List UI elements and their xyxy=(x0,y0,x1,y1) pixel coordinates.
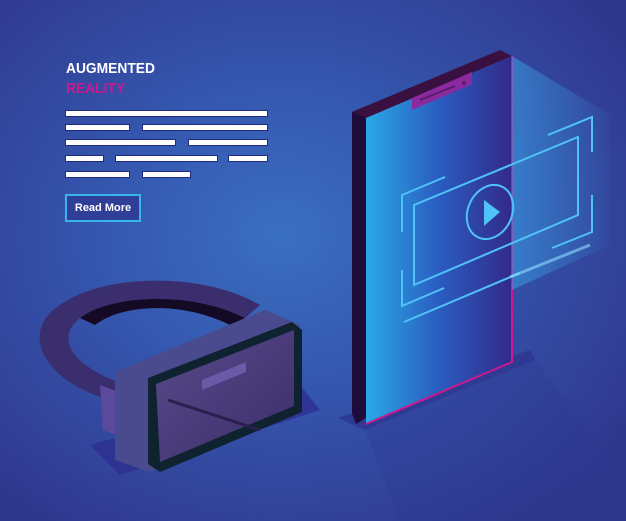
text-line xyxy=(116,156,217,161)
phone-camera xyxy=(462,81,466,85)
illustration xyxy=(39,50,620,521)
text-line xyxy=(66,172,129,177)
hologram-beam xyxy=(512,56,610,290)
read-more-button[interactable]: Read More xyxy=(65,194,141,222)
text-line xyxy=(143,172,190,177)
phone-side xyxy=(352,106,366,424)
phone-screen xyxy=(366,56,512,424)
text-line xyxy=(66,156,103,161)
text-line xyxy=(66,125,129,130)
text-line xyxy=(66,140,175,145)
text-line xyxy=(143,125,267,130)
heading-line-1: AUGMENTED xyxy=(66,60,155,77)
text-line xyxy=(66,111,267,116)
text-line xyxy=(229,156,267,161)
heading-line-2: REALITY xyxy=(66,80,126,97)
text-line xyxy=(189,140,267,145)
